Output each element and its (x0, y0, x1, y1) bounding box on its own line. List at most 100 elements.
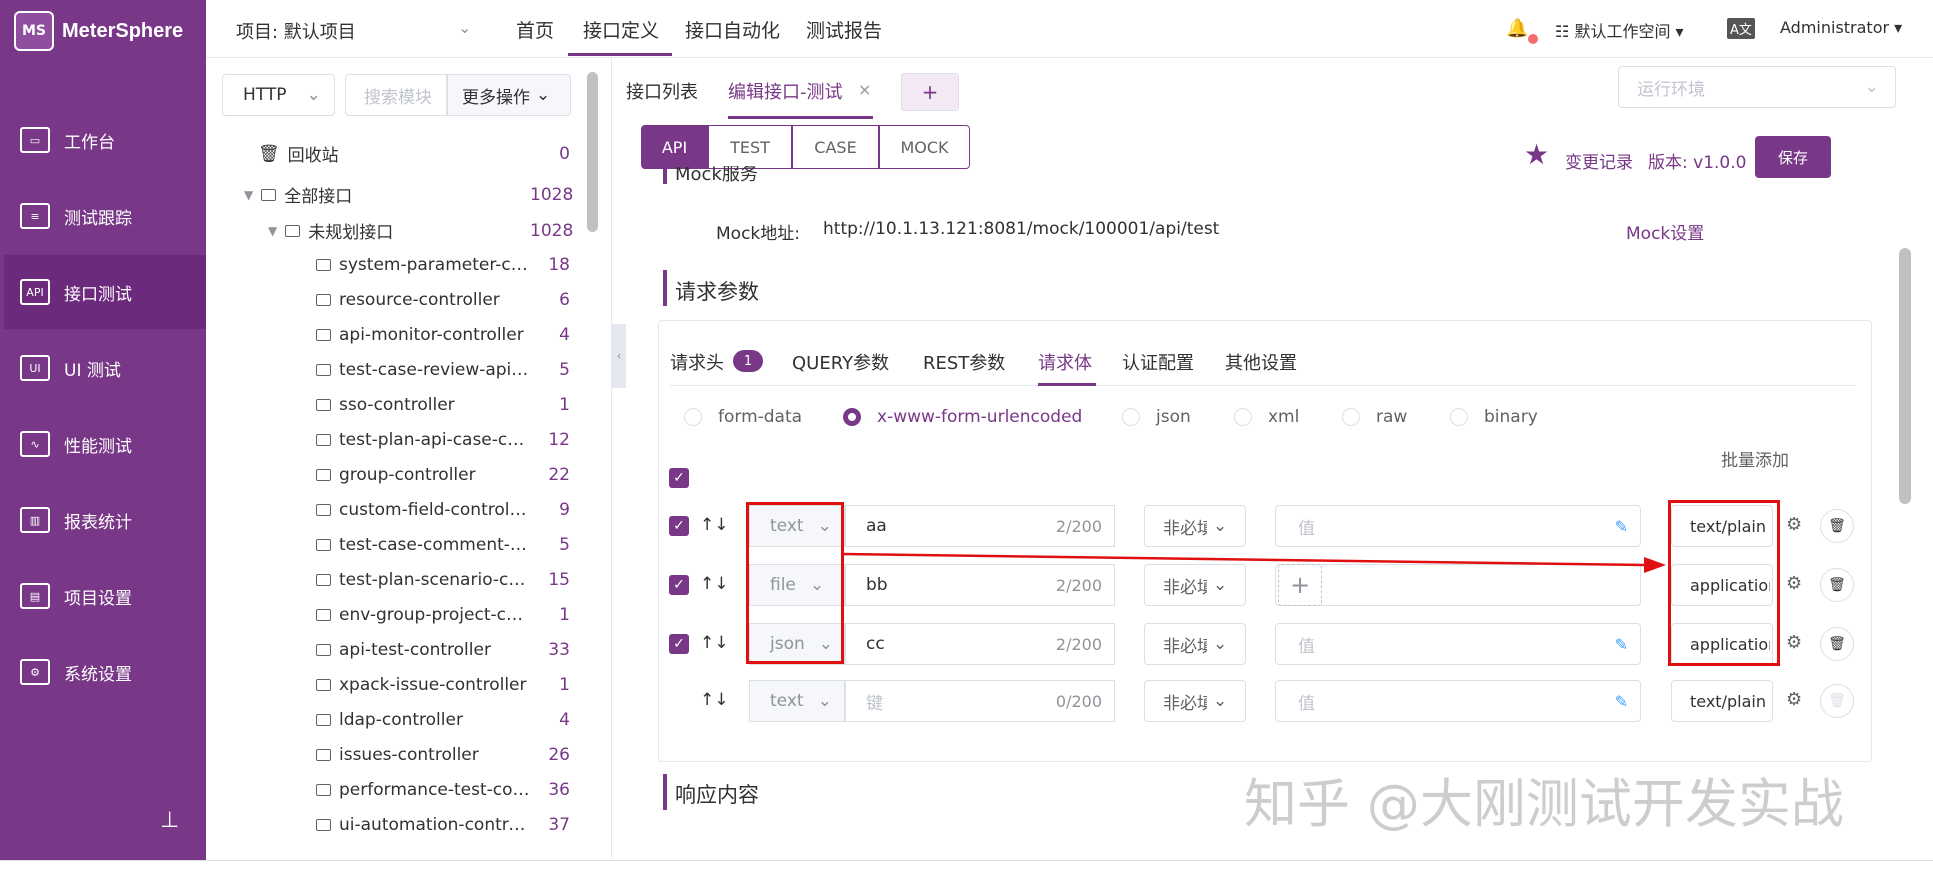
sidebar-item-2[interactable]: ≡ 测试跟踪 (4, 179, 206, 253)
mode-case-button[interactable]: CASE (792, 125, 879, 169)
sidebar-item-7[interactable]: ▤ 项目设置 (4, 559, 206, 633)
param-key-input[interactable]: aa 2/200 (845, 505, 1115, 547)
delete-row-button[interactable]: 🗑 (1820, 568, 1854, 602)
tree-module-item[interactable]: system-parameter-controller 18 (210, 247, 570, 282)
tree-module-item[interactable]: custom-field-controller 9 (210, 492, 570, 527)
tree-recycle-bin[interactable]: 🗑 回收站 0 (210, 136, 570, 171)
bell-icon[interactable]: 🔔 (1506, 18, 1528, 39)
tab-auth[interactable]: 认证配置 (1122, 349, 1194, 375)
tab-query[interactable]: QUERY参数 (792, 349, 889, 375)
tree-module-item[interactable]: group-controller 22 (210, 457, 570, 492)
delete-row-button[interactable]: 🗑 (1820, 509, 1854, 543)
content-type-input[interactable]: text/plain (1671, 680, 1773, 722)
sidebar-item-3[interactable]: API 接口测试 (4, 255, 206, 329)
sort-arrows-icon[interactable]: ↑↓ (700, 633, 729, 653)
tree-module-item[interactable]: test-case-review-api-case-controller 5 (210, 352, 570, 387)
sidebar-item-6[interactable]: ▥ 报表统计 (4, 483, 206, 557)
tree-module-item[interactable]: sso-controller 1 (210, 387, 570, 422)
mode-api-button[interactable]: API (641, 125, 708, 169)
edit-pen-icon[interactable]: ✎ (1615, 635, 1628, 654)
tree-module-item[interactable]: api-monitor-controller 4 (210, 317, 570, 352)
select-all-checkbox[interactable]: ✓ (669, 468, 689, 488)
tab-api-definition[interactable]: 接口定义 (583, 16, 659, 43)
env-select[interactable]: 运行环境 ⌄ (1618, 66, 1896, 108)
tab-home[interactable]: 首页 (516, 16, 554, 43)
gear-icon[interactable]: ⚙ (1786, 632, 1802, 653)
tree-scrollbar[interactable] (587, 72, 598, 232)
main-scrollbar[interactable] (1899, 248, 1911, 504)
tab-api-list[interactable]: 接口列表 (626, 78, 698, 104)
gear-icon[interactable]: ⚙ (1786, 514, 1802, 535)
tree-module-item[interactable]: test-plan-scenario-case-controller 15 (210, 562, 570, 597)
tree-module-item[interactable]: ui-automation-controller 37 (210, 807, 570, 842)
param-key-input[interactable]: 键 0/200 (845, 680, 1115, 722)
protocol-select[interactable]: HTTP ⌄ (222, 74, 335, 116)
param-value-input[interactable]: 值 ✎ (1275, 680, 1641, 722)
required-select[interactable]: 非必填 ⌄ (1144, 505, 1246, 547)
edit-pen-icon[interactable]: ✎ (1615, 517, 1628, 536)
sort-arrows-icon[interactable]: ↑↓ (700, 690, 729, 710)
required-select[interactable]: 非必填 ⌄ (1144, 680, 1246, 722)
radio-form-data[interactable]: form-data (684, 407, 802, 427)
workspace-select[interactable]: ☷ 默认工作空间 ▾ (1555, 18, 1684, 42)
tab-rest[interactable]: REST参数 (923, 349, 1005, 375)
radio-raw[interactable]: raw (1342, 407, 1407, 427)
version-label[interactable]: 版本: v1.0.0 (1648, 148, 1746, 173)
tree-module-item[interactable]: issues-controller 26 (210, 737, 570, 772)
edit-pen-icon[interactable]: ✎ (1615, 692, 1628, 711)
row-checkbox[interactable]: ✓ (669, 575, 689, 595)
param-value-input[interactable]: 值 ✎ (1275, 505, 1641, 547)
tab-test-report[interactable]: 测试报告 (806, 16, 882, 43)
close-icon[interactable]: × (858, 80, 871, 99)
radio-urlencoded[interactable]: x-www-form-urlencoded (843, 407, 1082, 427)
radio-json[interactable]: json (1122, 407, 1191, 427)
tree-module-item[interactable]: ldap-controller 4 (210, 702, 570, 737)
param-key-input[interactable]: cc 2/200 (845, 623, 1115, 665)
tree-module-item[interactable]: resource-controller 6 (210, 282, 570, 317)
mock-settings-link[interactable]: Mock设置 (1626, 219, 1704, 244)
sort-arrows-icon[interactable]: ↑↓ (700, 574, 729, 594)
row-checkbox[interactable]: ✓ (669, 516, 689, 536)
tab-edit-api[interactable]: 编辑接口-测试 (728, 78, 843, 104)
param-type-select[interactable]: text ⌄ (749, 680, 845, 722)
star-icon[interactable]: ★ (1524, 138, 1549, 171)
tree-all-apis[interactable]: ▼ 全部接口 1028 (210, 177, 573, 212)
user-menu[interactable]: Administrator ▾ (1780, 18, 1902, 37)
more-ops-button[interactable]: 更多操作 ⌄ (447, 74, 571, 116)
tree-module-item[interactable]: api-test-controller 33 (210, 632, 570, 667)
tree-module-item[interactable]: xpack-issue-controller 1 (210, 667, 570, 702)
pin-icon[interactable]: ⊥ (160, 808, 179, 833)
sort-arrows-icon[interactable]: ↑↓ (700, 515, 729, 535)
tab-headers[interactable]: 请求头 (670, 349, 724, 375)
delete-row-button[interactable]: 🗑 (1820, 684, 1854, 718)
gear-icon[interactable]: ⚙ (1786, 573, 1802, 594)
mode-test-button[interactable]: TEST (708, 125, 792, 169)
tab-body[interactable]: 请求体 (1038, 349, 1092, 375)
tab-api-automation[interactable]: 接口自动化 (685, 16, 780, 43)
sidebar-item-1[interactable]: ▭ 工作台 (4, 103, 206, 177)
tree-module-item[interactable]: test-plan-api-case-controller 12 (210, 422, 570, 457)
param-value-input[interactable]: 值 ✎ (1275, 623, 1641, 665)
radio-xml[interactable]: xml (1234, 407, 1299, 427)
batch-add-link[interactable]: 批量添加 (1721, 446, 1789, 471)
tree-module-item[interactable]: test-case-comment-controller 5 (210, 527, 570, 562)
save-button[interactable]: 保存 (1755, 136, 1831, 178)
required-select[interactable]: 非必填 ⌄ (1144, 623, 1246, 665)
tree-search-input[interactable]: 搜索模块 (345, 74, 447, 116)
changelog-link[interactable]: 变更记录 (1565, 148, 1633, 173)
collapse-handle[interactable]: ‹ (612, 324, 626, 388)
project-select[interactable]: 项目: 默认项目 (236, 18, 356, 44)
tree-unplanned[interactable]: ▼ 未规划接口 1028 (210, 213, 573, 248)
delete-row-button[interactable]: 🗑 (1820, 627, 1854, 661)
radio-binary[interactable]: binary (1450, 407, 1538, 427)
mode-mock-button[interactable]: MOCK (879, 125, 970, 169)
sidebar-item-8[interactable]: ⚙ 系统设置 (4, 635, 206, 709)
row-checkbox[interactable]: ✓ (669, 634, 689, 654)
language-icon[interactable]: A文 (1727, 18, 1755, 39)
tree-module-item[interactable]: performance-test-controller 36 (210, 772, 570, 807)
sidebar-item-5[interactable]: ∿ 性能测试 (4, 407, 206, 481)
add-tab-button[interactable]: + (901, 73, 959, 111)
gear-icon[interactable]: ⚙ (1786, 689, 1802, 710)
brand[interactable]: MS MeterSphere (14, 8, 183, 54)
sidebar-item-4[interactable]: UI UI 测试 (4, 331, 206, 405)
